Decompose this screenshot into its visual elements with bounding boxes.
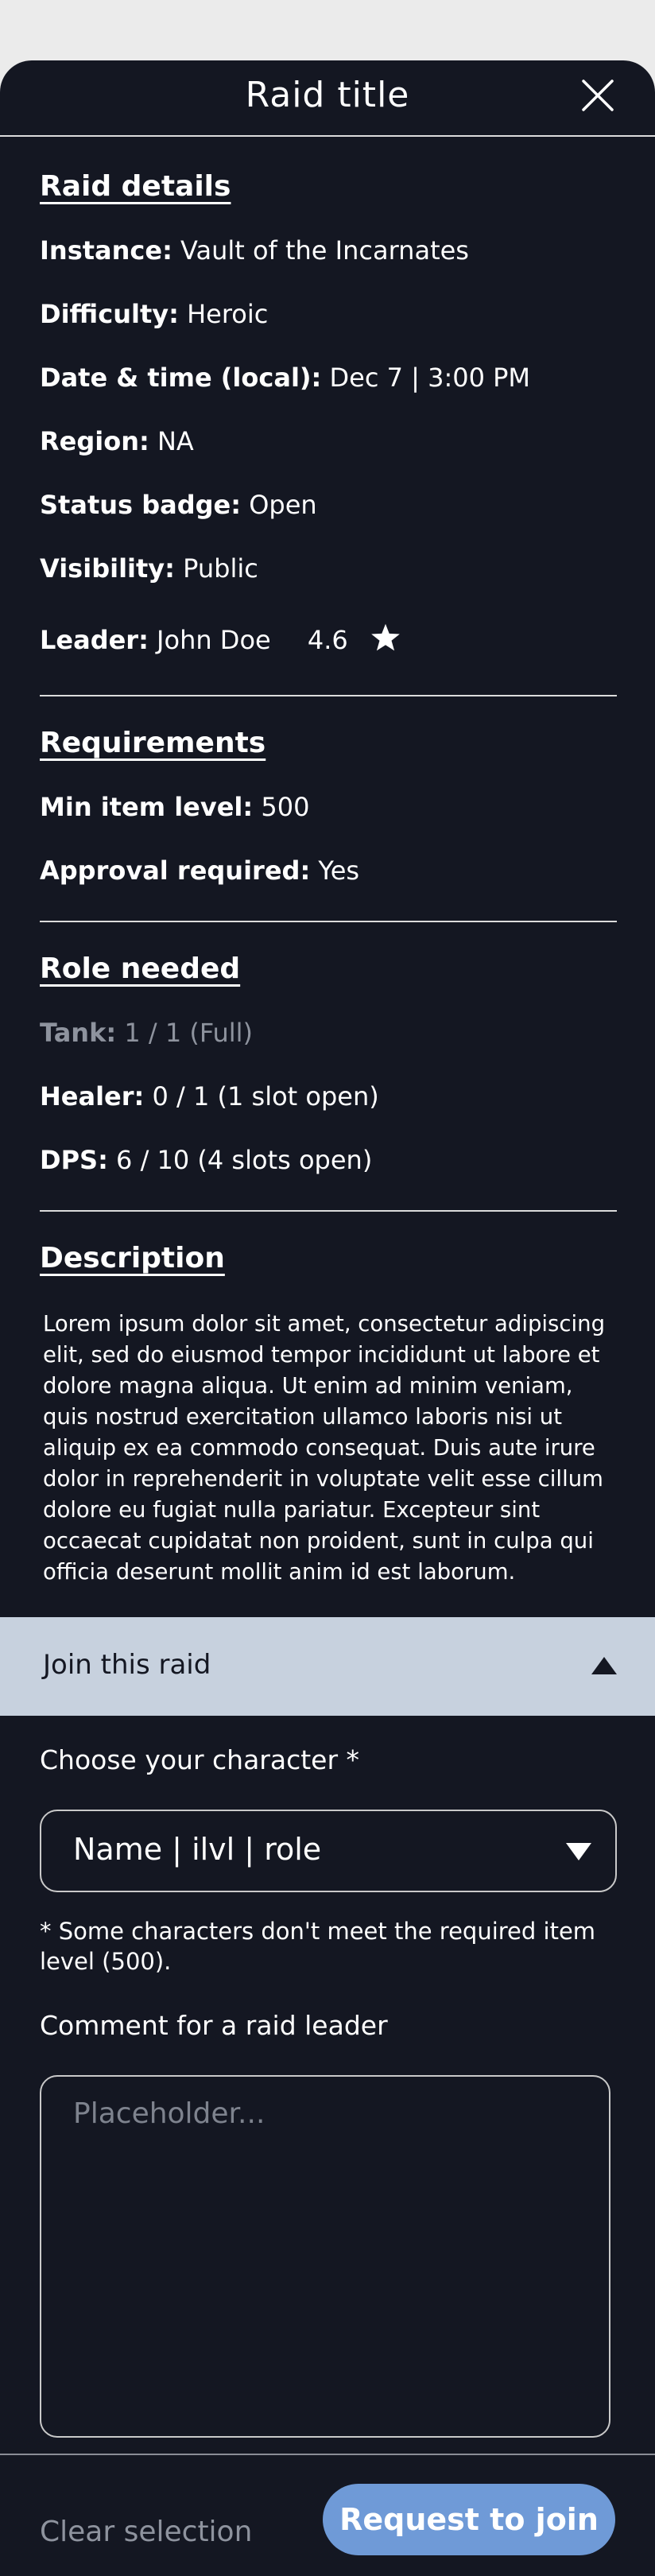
join-raid-toggle[interactable]: Join this raid (0, 1617, 655, 1716)
dps-value: 6 / 10 (4 slots open) (116, 1145, 373, 1175)
min-ilvl-label: Min item level: (40, 792, 254, 822)
status-row: Status badge: Open (40, 490, 317, 520)
datetime-row: Date & time (local): Dec 7 | 3:00 PM (40, 363, 530, 393)
region-value: NA (157, 426, 194, 456)
section-divider (40, 921, 617, 922)
description-heading: Description (40, 1242, 225, 1274)
sheet-header: Raid title (0, 60, 655, 137)
ilvl-note: * Some characters don't meet the require… (40, 1918, 596, 1975)
chevron-down-icon (566, 1843, 591, 1860)
healer-label: Healer: (40, 1081, 145, 1111)
approval-value: Yes (318, 855, 360, 886)
difficulty-label: Difficulty: (40, 299, 179, 329)
difficulty-row: Difficulty: Heroic (40, 299, 268, 329)
healer-value: 0 / 1 (1 slot open) (152, 1081, 379, 1111)
chevron-up-icon (591, 1657, 617, 1674)
difficulty-value: Heroic (187, 299, 269, 329)
footer-divider (0, 2454, 655, 2455)
character-select[interactable]: Name | ilvl | role (40, 1810, 617, 1892)
section-divider (40, 1210, 617, 1212)
tank-value: 1 / 1 (Full) (124, 1018, 254, 1048)
star-icon (371, 623, 400, 651)
raid-details-heading: Raid details (40, 170, 231, 203)
close-button[interactable] (579, 76, 617, 114)
datetime-value: Dec 7 | 3:00 PM (329, 363, 531, 393)
leader-label: Leader: (40, 625, 149, 655)
dps-label: DPS: (40, 1145, 108, 1175)
header-divider (0, 135, 655, 137)
region-label: Region: (40, 426, 149, 456)
instance-label: Instance: (40, 235, 172, 266)
tank-label: Tank: (40, 1018, 117, 1048)
character-select-value: Name | ilvl | role (73, 1832, 322, 1867)
region-row: Region: NA (40, 426, 194, 456)
healer-row: Healer: 0 / 1 (1 slot open) (40, 1081, 379, 1111)
close-icon (582, 80, 614, 111)
comment-field[interactable] (40, 2075, 610, 2438)
character-label: Choose your character * (40, 1744, 360, 1775)
instance-value: Vault of the Incarnates (180, 235, 469, 266)
status-badge: Open (249, 490, 317, 520)
visibility-value: Public (183, 553, 258, 584)
visibility-row: Visibility: Public (40, 553, 258, 584)
status-label: Status badge: (40, 490, 242, 520)
min-ilvl-row: Min item level: 500 (40, 792, 309, 822)
description-text: Lorem ipsum dolor sit amet, consectetur … (43, 1311, 606, 1585)
roles-heading: Role needed (40, 952, 241, 985)
dps-row: DPS: 6 / 10 (4 slots open) (40, 1145, 372, 1175)
requirements-heading: Requirements (40, 727, 266, 759)
raid-detail-sheet: Raid title Raid details Instance: Vault … (0, 60, 655, 2576)
clear-selection-button[interactable]: Clear selection (40, 2516, 252, 2548)
leader-row: Leader: John Doe 4.6 (40, 623, 401, 655)
min-ilvl-value: 500 (261, 792, 310, 822)
visibility-label: Visibility: (40, 553, 175, 584)
leader-name[interactable]: John Doe (157, 625, 271, 655)
approval-label: Approval required: (40, 855, 311, 886)
leader-rating: 4.6 (307, 625, 348, 655)
instance-row: Instance: Vault of the Incarnates (40, 235, 469, 266)
comment-label: Comment for a raid leader (40, 2010, 388, 2041)
section-divider (40, 695, 617, 696)
tank-row: Tank: 1 / 1 (Full) (40, 1018, 253, 1048)
approval-row: Approval required: Yes (40, 855, 359, 886)
page-title: Raid title (245, 75, 410, 115)
datetime-label: Date & time (local): (40, 363, 322, 393)
request-to-join-button[interactable]: Request to join (323, 2484, 615, 2555)
join-raid-label: Join this raid (43, 1649, 211, 1681)
